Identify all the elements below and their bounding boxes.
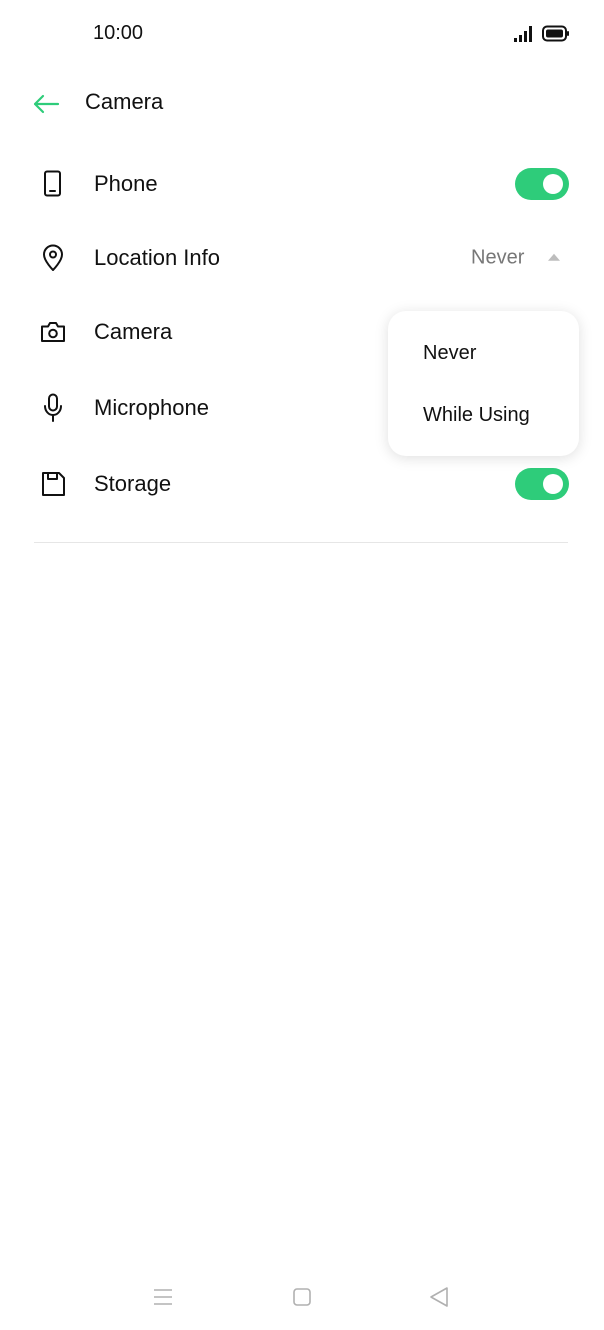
arrow-left-icon xyxy=(33,94,60,114)
phone-toggle[interactable] xyxy=(515,168,569,200)
caret-up-icon[interactable] xyxy=(548,253,560,261)
navigation-bar xyxy=(0,1270,604,1330)
battery-icon xyxy=(542,25,569,42)
permission-label: Camera xyxy=(94,319,173,344)
microphone-icon xyxy=(38,393,68,423)
storage-icon xyxy=(38,469,68,499)
storage-toggle[interactable] xyxy=(515,468,569,500)
permission-label: Microphone xyxy=(94,395,209,420)
permission-row-phone[interactable]: Phone xyxy=(0,148,604,220)
nav-back-button[interactable] xyxy=(424,1282,454,1312)
status-time: 10:00 xyxy=(93,22,144,44)
home-button[interactable] xyxy=(287,1282,317,1312)
toggle-knob xyxy=(543,174,563,194)
permission-label: Storage xyxy=(94,471,172,496)
menu-option-never[interactable]: Never xyxy=(423,342,476,365)
home-icon xyxy=(293,1288,311,1306)
menu-button[interactable] xyxy=(148,1282,178,1312)
page-title: Camera xyxy=(85,89,164,114)
location-dropdown-value[interactable]: Never xyxy=(471,247,524,270)
location-pin-icon xyxy=(38,243,68,273)
permission-label: Phone xyxy=(94,171,158,196)
phone-icon xyxy=(38,169,68,199)
location-options-menu: Never While Using xyxy=(388,311,579,456)
permission-row-storage[interactable]: Storage xyxy=(0,448,604,520)
divider xyxy=(34,542,568,543)
permission-row-location[interactable]: Location Info Never xyxy=(0,222,604,294)
back-button[interactable] xyxy=(26,86,66,122)
menu-icon xyxy=(154,1289,172,1305)
menu-option-while-using[interactable]: While Using xyxy=(423,404,530,427)
signal-icon xyxy=(514,26,532,42)
permission-label: Location Info xyxy=(94,245,220,270)
toggle-knob xyxy=(543,474,563,494)
back-triangle-icon xyxy=(430,1287,448,1307)
status-bar: 10:00 xyxy=(0,0,604,70)
camera-icon xyxy=(38,317,68,347)
